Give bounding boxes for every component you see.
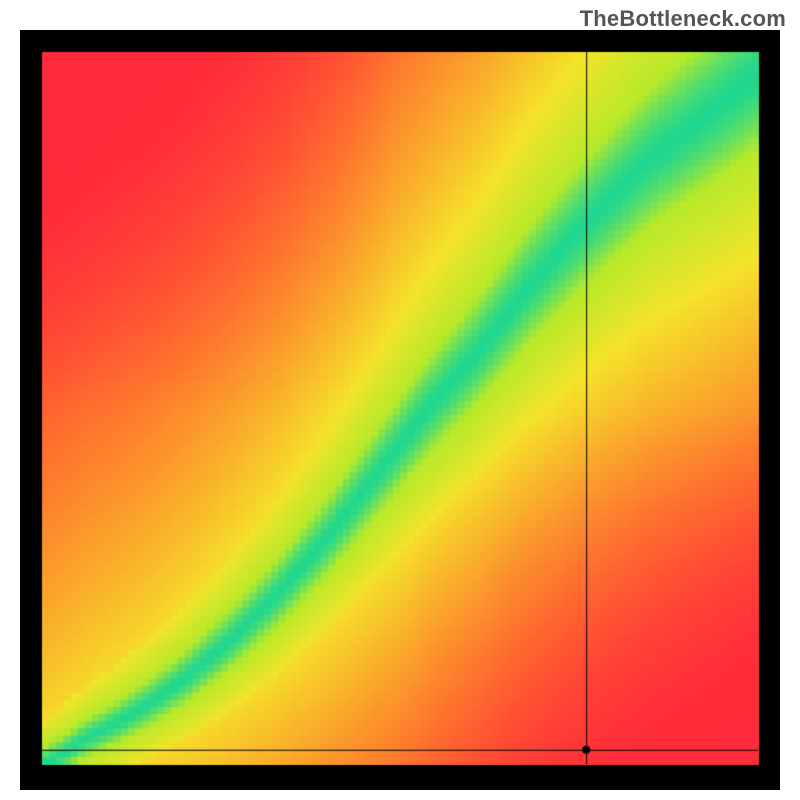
heatmap-canvas (20, 30, 780, 790)
heatmap-plot (20, 30, 780, 790)
watermark-text: TheBottleneck.com (580, 6, 786, 32)
